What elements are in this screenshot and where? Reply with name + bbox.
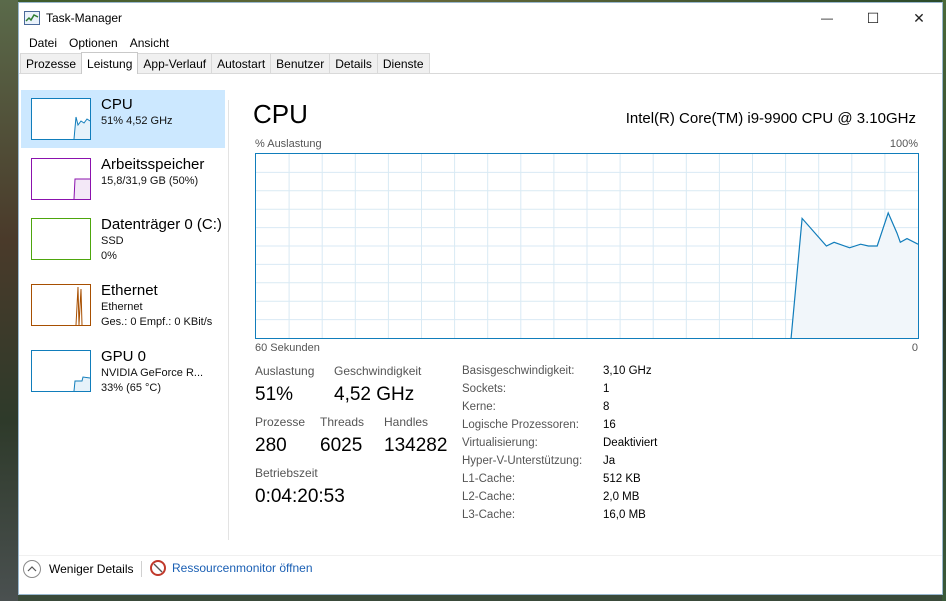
ethernet-thumbnail-graph [31, 284, 91, 326]
menu-optionen[interactable]: Optionen [63, 36, 124, 50]
window-title: Task-Manager [46, 11, 123, 25]
sidebar-item-subtitle: 51% 4,52 GHz [101, 115, 173, 127]
sidebar-item-datentraeger[interactable]: Datenträger 0 (C:) SSD 0% [21, 210, 225, 268]
sidebar-item-title: Arbeitsspeicher [101, 156, 205, 173]
window-controls: — ☐ ✕ [804, 3, 942, 33]
sidebar-item-cpu[interactable]: CPU 51% 4,52 GHz [21, 90, 225, 148]
performance-sidebar: CPU 51% 4,52 GHz Arbeitsspeicher 15,8/31… [19, 90, 227, 540]
prozesse-value: 280 [255, 435, 287, 456]
geschwindigkeit-label: Geschwindigkeit [334, 364, 422, 378]
task-manager-window: Task-Manager — ☐ ✕ Datei Optionen Ansich… [18, 2, 943, 595]
cpu-usage-graph-svg [256, 154, 919, 339]
sidebar-item-arbeitsspeicher[interactable]: Arbeitsspeicher 15,8/31,9 GB (50%) [21, 150, 225, 208]
fewer-details-label: Weniger Details [49, 562, 134, 576]
sidebar-item-detail: Ges.: 0 Empf.: 0 KBit/s [101, 316, 213, 328]
fewer-details-button[interactable]: Weniger Details [23, 560, 133, 578]
graph-x-label: 60 Sekunden [255, 342, 320, 354]
cpu-usage-graph [255, 153, 919, 339]
detail-label: Sockets: [462, 383, 507, 395]
geschwindigkeit-value: 4,52 GHz [334, 384, 415, 405]
maximize-icon: ☐ [866, 9, 880, 26]
handles-value: 134282 [384, 435, 448, 456]
threads-label: Threads [320, 415, 365, 429]
resource-monitor-link[interactable]: Ressourcenmonitor öffnen [150, 560, 313, 576]
page-title: CPU [253, 99, 308, 129]
sidebar-item-gpu[interactable]: GPU 0 NVIDIA GeForce R... 33% (65 °C) [21, 342, 225, 400]
title-bar[interactable]: Task-Manager — ☐ ✕ [19, 3, 942, 33]
resource-monitor-icon [150, 560, 166, 576]
cpu-thumbnail-graph [31, 98, 91, 140]
memory-thumbnail-graph [31, 158, 91, 200]
footer-divider [141, 561, 142, 577]
detail-value: 1 [603, 383, 610, 395]
tab-prozesse[interactable]: Prozesse [20, 53, 83, 73]
desktop-background-left [0, 0, 18, 601]
menu-bar: Datei Optionen Ansicht [19, 33, 942, 52]
tab-dienste[interactable]: Dienste [376, 53, 430, 73]
sidebar-item-subtitle: 15,8/31,9 GB (50%) [101, 175, 199, 187]
detail-value: 3,10 GHz [603, 365, 652, 377]
tab-app-verlauf[interactable]: App-Verlauf [137, 53, 213, 73]
resource-monitor-label: Ressourcenmonitor öffnen [172, 561, 313, 575]
graph-y-max-label: 100% [889, 138, 918, 150]
cpu-usage-area [791, 212, 918, 338]
menu-ansicht[interactable]: Ansicht [124, 36, 175, 50]
close-button[interactable]: ✕ [896, 3, 942, 33]
sidebar-item-title: Datenträger 0 (C:) [101, 216, 222, 233]
detail-label: L1-Cache: [462, 473, 516, 485]
detail-label: Kerne: [462, 401, 496, 413]
sidebar-item-subtitle: NVIDIA GeForce R... [101, 367, 204, 379]
detail-value: 16 [603, 419, 616, 431]
gpu-thumbnail-graph [31, 350, 91, 392]
sidebar-item-subtitle: Ethernet [101, 301, 143, 313]
footer: Weniger Details Ressourcenmonitor öffnen [19, 555, 942, 585]
tab-benutzer[interactable]: Benutzer [270, 53, 331, 73]
close-icon: ✕ [913, 9, 925, 26]
detail-label: L3-Cache: [462, 509, 516, 521]
sidebar-item-detail: 33% (65 °C) [101, 382, 162, 394]
detail-value: 2,0 MB [603, 491, 640, 503]
minimize-button[interactable]: — [804, 3, 850, 33]
sidebar-item-title: GPU 0 [101, 348, 147, 365]
auslastung-label: Auslastung [255, 364, 315, 378]
detail-value: 512 KB [603, 473, 641, 485]
detail-label: Hyper-V-Unterstützung: [462, 455, 583, 467]
sidebar-item-ethernet[interactable]: Ethernet Ethernet Ges.: 0 Empf.: 0 KBit/… [21, 276, 225, 334]
threads-value: 6025 [320, 435, 363, 456]
prozesse-label: Prozesse [255, 415, 306, 429]
cpu-model-name: Intel(R) Core(TM) i9-9900 CPU @ 3.10GHz [625, 110, 916, 127]
maximize-button[interactable]: ☐ [850, 3, 896, 33]
betriebszeit-value: 0:04:20:53 [255, 486, 345, 507]
handles-label: Handles [384, 415, 429, 429]
tab-autostart[interactable]: Autostart [211, 53, 272, 73]
detail-label: Virtualisierung: [462, 437, 538, 449]
detail-label: Basisgeschwindigkeit: [462, 365, 575, 377]
footer-separator [19, 555, 942, 556]
detail-value: Deaktiviert [603, 437, 658, 449]
chevron-up-icon [23, 560, 41, 578]
sidebar-item-detail: 0% [101, 250, 117, 262]
sidebar-item-title: Ethernet [101, 282, 158, 299]
auslastung-value: 51% [255, 384, 294, 405]
tab-bar: Prozesse Leistung App-Verlauf Autostart … [19, 52, 942, 74]
minimize-icon: — [821, 11, 833, 25]
tab-leistung[interactable]: Leistung [81, 52, 139, 74]
sidebar-divider [228, 100, 229, 540]
tab-details[interactable]: Details [329, 53, 378, 73]
detail-value: 16,0 MB [603, 509, 646, 521]
sidebar-item-title: CPU [101, 96, 133, 113]
graph-x-end-label: 0 [911, 342, 918, 354]
task-manager-app-icon [24, 11, 40, 25]
graph-y-label: % Auslastung [255, 138, 322, 150]
detail-label: Logische Prozessoren: [462, 419, 579, 431]
detail-label: L2-Cache: [462, 491, 516, 503]
menu-datei[interactable]: Datei [23, 36, 63, 50]
disk-thumbnail-graph [31, 218, 91, 260]
detail-value: Ja [603, 455, 616, 467]
detail-value: 8 [603, 401, 610, 413]
sidebar-item-subtitle: SSD [101, 235, 124, 247]
betriebszeit-label: Betriebszeit [255, 466, 318, 480]
